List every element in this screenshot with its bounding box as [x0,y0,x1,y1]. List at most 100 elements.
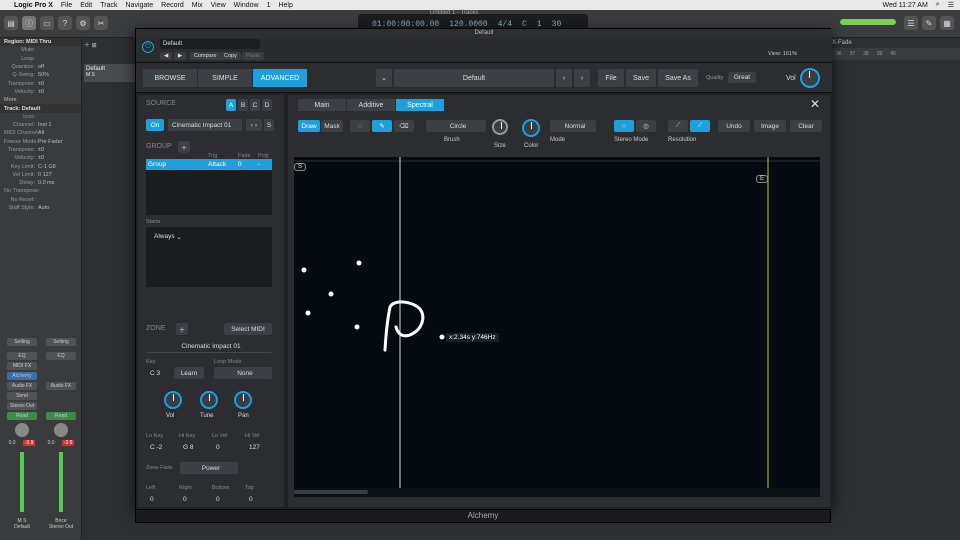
resolution-high-icon[interactable]: ⟋ [690,120,710,132]
track-row[interactable]: Default M S [84,64,136,82]
source-d-button[interactable]: D [262,99,272,111]
menu-app[interactable]: Logic Pro X [14,2,53,9]
quality-dropdown[interactable]: Great [728,72,756,83]
paste-button[interactable]: Paste [242,52,265,60]
resolution-low-icon[interactable]: ⟋ [668,120,688,132]
spectral-canvas[interactable]: S E x:2.34s y:746Hz [294,157,820,497]
region-row[interactable]: Transpose: ±0 [0,79,81,87]
zone-bound_values-stepper[interactable]: 0 [146,493,176,505]
source-nav-icon[interactable]: ‹ › [246,119,262,131]
learn-button[interactable]: Learn [174,367,204,379]
eq-slot[interactable]: EQ [7,352,37,360]
region-header[interactable]: Region: MIDI Thru [0,38,81,47]
zone-fade-dropdown[interactable]: Power [180,462,238,474]
source-c-button[interactable]: C [250,99,260,111]
track-row[interactable]: Vel Limit: 0 127 [0,171,81,179]
brush-dropdown[interactable]: Circle [426,120,486,132]
zone-bound_values-stepper[interactable]: 0 [179,493,209,505]
zone-range_values-stepper[interactable]: 0 [212,441,242,453]
zone-vol-knob[interactable] [164,391,182,409]
save-button[interactable]: Save [626,69,656,87]
group-row[interactable]: Group Attack 0 - [146,159,272,170]
browser-icon[interactable]: ▦ [940,16,954,30]
prev-icon[interactable]: ‹ [556,69,572,87]
setting-slot[interactable]: Setting [46,338,76,346]
starts-dropdown[interactable]: Always ⌄ [150,231,200,242]
eraser-icon[interactable]: ⌫ [394,120,414,132]
simple-tab[interactable]: SIMPLE [198,69,252,87]
region-row[interactable]: Mute: [0,46,81,54]
source-sample[interactable]: Cinematic Impact 01 [168,119,242,131]
stereo-mono-icon[interactable]: ○ [614,120,634,132]
track-row[interactable]: MIDI Channel: All [0,129,81,137]
menu-mix[interactable]: Mix [192,2,203,9]
menu-view[interactable]: View [211,2,226,9]
zone-bound_values-stepper[interactable]: 0 [245,493,275,505]
audio-fx-slot[interactable]: Audio FX [7,382,37,390]
list-icon[interactable]: ☰ [948,1,954,9]
library-icon[interactable]: ▤ [4,16,18,30]
pan-knob[interactable] [15,423,29,437]
list-editors-icon[interactable]: ☰ [904,16,918,30]
track-row[interactable]: Freeze Mode: Pre Fader [0,138,81,146]
mode-dropdown[interactable]: Normal [550,120,596,132]
automation-slot[interactable]: Read [7,412,37,420]
instrument-slot[interactable]: Alchemy [7,372,37,380]
source-b-button[interactable]: B [238,99,248,111]
region-row[interactable]: Q-Swing: 50% [0,71,81,79]
send-slot[interactable]: Send [7,392,37,400]
menu-window[interactable]: Window [234,2,259,9]
key-value[interactable]: C 3 [146,367,170,379]
menu-record[interactable]: Record [161,2,184,9]
master-volume-knob[interactable] [800,68,820,88]
source-a-button[interactable]: A [226,99,236,111]
zone-range_values-stepper[interactable]: C -2 [146,441,176,453]
inspector-icon[interactable]: ⓘ [22,16,36,30]
mask-button[interactable]: Mask [321,120,343,132]
region-row[interactable]: Quantize: off [0,63,81,71]
menu-help[interactable]: Help [278,2,292,9]
next-icon[interactable]: › [574,69,590,87]
eq-slot[interactable]: EQ [46,352,76,360]
region-row[interactable]: Velocity: ±0 [0,88,81,96]
view-zoom[interactable]: View: 161% [768,51,797,57]
track-row[interactable]: No Reset: [0,196,81,204]
menu-file[interactable]: File [61,2,72,9]
track-header[interactable]: Track: Default [0,104,81,113]
close-icon[interactable]: ✕ [810,97,820,111]
advanced-tab[interactable]: ADVANCED [253,69,307,87]
source-s-button[interactable]: S [264,119,274,131]
volume-fader[interactable] [20,452,24,512]
add-zone-icon[interactable]: ＋ [176,323,188,335]
zone-tune-knob[interactable] [200,391,218,409]
power-icon[interactable]: ⏻ [142,41,154,53]
mixer-icon[interactable]: ⚙ [76,16,90,30]
image-button[interactable]: Image [754,120,786,132]
menu-track[interactable]: Track [100,2,117,9]
clear-button[interactable]: Clear [790,120,822,132]
track-row[interactable]: No Transpose: [0,187,81,195]
preset-dropdown-icon[interactable]: ⌄ [376,69,392,87]
loop-mode-dropdown[interactable]: None [214,367,272,379]
output-slot[interactable]: Stereo Out [7,402,37,410]
track-row[interactable]: Key Limit: C-1 G8 [0,162,81,170]
more-disclosure[interactable]: More [0,96,81,104]
master-volume-slider[interactable] [840,19,896,25]
zone-sample[interactable]: Cinematic Impact 01 [146,341,272,353]
color-knob[interactable] [522,119,540,137]
draw-button[interactable]: Draw [298,120,320,132]
audio-fx-slot[interactable]: Audio FX [46,382,76,390]
track-row[interactable]: Delay: 0.0 ms [0,179,81,187]
end-marker[interactable]: E [756,175,769,183]
undo-button[interactable]: Undo [718,120,750,132]
tab-main[interactable]: Main [298,99,346,111]
zone-pan-knob[interactable] [234,391,252,409]
preset-menu[interactable]: Default [160,39,260,49]
volume-fader[interactable] [59,452,63,512]
tab-additive[interactable]: Additive [347,99,395,111]
menubar-clock[interactable]: Wed 11:27 AM [883,2,928,9]
track-row[interactable]: Channel: Inst 1 [0,121,81,129]
stereo-lr-icon[interactable]: ◎ [636,120,656,132]
track-mute-solo[interactable]: M S [86,72,134,78]
save-as-button[interactable]: Save As [658,69,698,87]
